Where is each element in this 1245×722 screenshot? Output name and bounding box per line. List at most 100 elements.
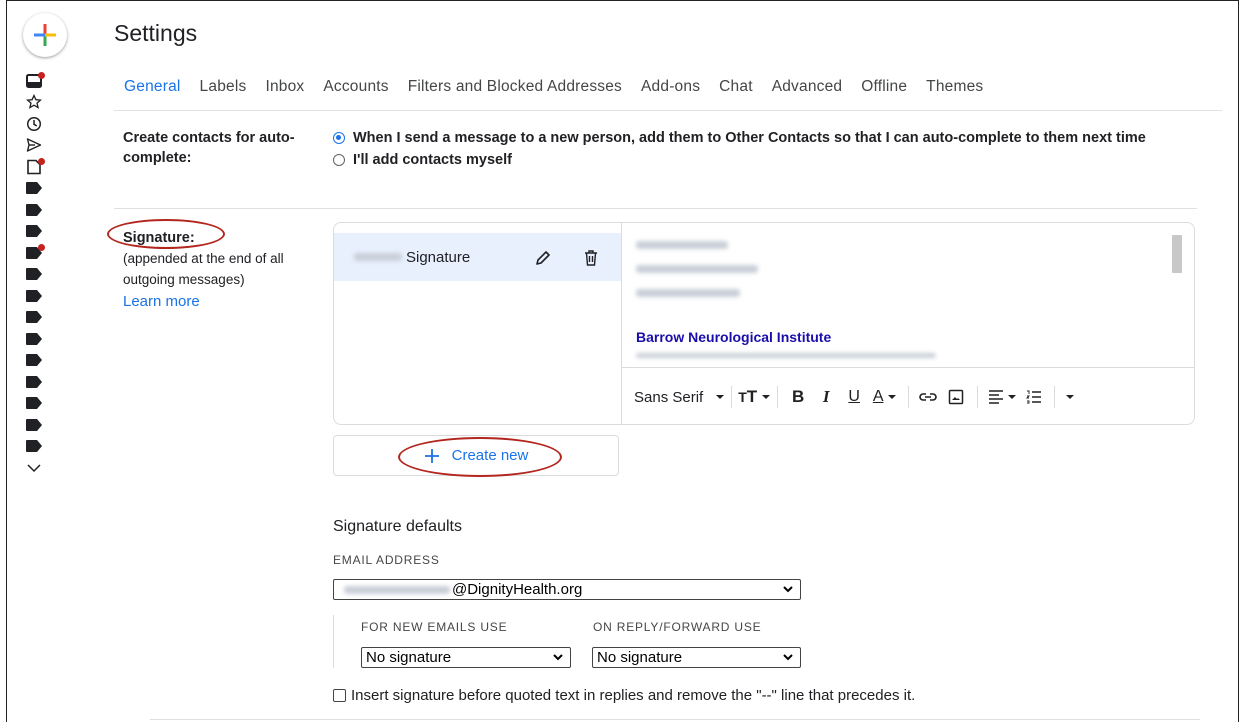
toolbar-separator — [977, 386, 979, 408]
autocomplete-label: Create contacts for auto-complete: — [123, 130, 295, 166]
tab-accounts[interactable]: Accounts — [323, 78, 388, 96]
redacted-email-user — [344, 585, 450, 594]
text-size-glyph: T — [738, 389, 747, 405]
label-icon[interactable] — [26, 350, 66, 372]
signature-list: Signature — [334, 223, 622, 424]
label-icon[interactable] — [26, 285, 66, 307]
redacted-line — [636, 265, 758, 273]
insert-signature-checkbox[interactable] — [333, 689, 346, 702]
draft-icon[interactable] — [26, 156, 66, 178]
annotation-oval-create-new — [398, 437, 562, 477]
radio-manual-add[interactable] — [333, 154, 345, 166]
redacted-line — [636, 353, 936, 358]
insert-signature-label[interactable]: Insert signature before quoted text in r… — [351, 687, 915, 704]
text-size-icon[interactable]: TT — [738, 382, 771, 412]
chevron-down-icon[interactable] — [26, 457, 66, 479]
redacted-line — [636, 241, 728, 249]
chevron-down-icon — [783, 586, 793, 593]
dropdown-arrow-icon — [762, 395, 771, 399]
tab-filters[interactable]: Filters and Blocked Addresses — [408, 78, 622, 96]
unread-dot — [38, 244, 45, 251]
label-icon[interactable] — [26, 307, 66, 329]
chevron-down-icon — [553, 654, 563, 661]
reply-forward-label: ON REPLY/FORWARD USE — [593, 620, 762, 634]
label-icon[interactable] — [26, 264, 66, 286]
align-icon[interactable] — [984, 382, 1020, 412]
radio-auto-add[interactable] — [333, 132, 345, 144]
numbered-list-icon[interactable] — [1020, 382, 1048, 412]
label-icon[interactable] — [26, 328, 66, 350]
email-domain-value: @DignityHealth.org — [452, 581, 583, 598]
tab-general[interactable]: General — [124, 78, 181, 96]
dropdown-arrow-icon — [716, 395, 725, 399]
dropdown-arrow-icon — [1007, 395, 1016, 399]
signature-editor[interactable]: Barrow Neurological Institute Sans Serif… — [622, 223, 1194, 424]
unread-dot — [38, 158, 45, 165]
underline-icon[interactable]: U — [840, 382, 868, 412]
divider — [114, 208, 1197, 209]
radio-manual-add-label[interactable]: I'll add contacts myself — [353, 150, 512, 170]
label-icon[interactable] — [26, 414, 66, 436]
toolbar-separator — [1054, 386, 1056, 408]
more-formatting-icon[interactable] — [1061, 382, 1079, 412]
text-size-glyph: T — [746, 387, 758, 406]
editor-scrollbar[interactable] — [1172, 235, 1182, 273]
autocomplete-options: When I send a message to a new person, a… — [333, 128, 1193, 170]
email-address-label: EMAIL ADDRESS — [333, 553, 440, 567]
tab-advanced[interactable]: Advanced — [772, 78, 843, 96]
tab-offline[interactable]: Offline — [861, 78, 907, 96]
clock-icon[interactable] — [26, 113, 66, 135]
reply-forward-select[interactable]: No signature — [592, 647, 801, 668]
label-icon[interactable] — [26, 178, 66, 200]
label-icon[interactable] — [26, 393, 66, 415]
signature-description: (appended at the end of all outgoing mes… — [123, 251, 284, 287]
inbox-icon[interactable] — [26, 70, 66, 92]
signature-panel: Signature Barrow Neurological Institute … — [333, 222, 1195, 425]
insert-signature-option[interactable]: Insert signature before quoted text in r… — [333, 687, 915, 704]
new-emails-value: No signature — [366, 649, 452, 666]
label-icon[interactable] — [26, 371, 66, 393]
tab-themes[interactable]: Themes — [926, 78, 983, 96]
learn-more-link[interactable]: Learn more — [123, 290, 323, 313]
send-icon[interactable] — [26, 135, 66, 157]
bold-icon[interactable]: B — [784, 382, 812, 412]
tab-inbox[interactable]: Inbox — [265, 78, 304, 96]
new-emails-select[interactable]: No signature — [361, 647, 571, 668]
defaults-indent-line — [333, 615, 334, 668]
star-icon[interactable] — [26, 92, 66, 114]
label-icon[interactable] — [26, 242, 66, 264]
tab-chat[interactable]: Chat — [719, 78, 753, 96]
tab-labels[interactable]: Labels — [200, 78, 247, 96]
format-toolbar: Sans Serif TT B I U A — [622, 367, 1194, 424]
delete-trash-icon[interactable] — [583, 249, 599, 272]
signature-defaults-heading: Signature defaults — [333, 518, 462, 535]
email-address-select[interactable]: @DignityHealth.org — [333, 579, 801, 600]
redacted-name — [354, 253, 402, 261]
label-icon[interactable] — [26, 221, 66, 243]
signature-org-text: Barrow Neurological Institute — [636, 329, 832, 345]
text-color-glyph: A — [872, 388, 884, 405]
font-name: Sans Serif — [634, 388, 704, 406]
divider — [114, 110, 1222, 111]
label-icon[interactable] — [26, 199, 66, 221]
edit-pencil-icon[interactable] — [534, 249, 552, 272]
radio-auto-add-label[interactable]: When I send a message to a new person, a… — [353, 128, 1146, 148]
toolbar-separator — [777, 386, 779, 408]
new-emails-label: FOR NEW EMAILS USE — [361, 620, 508, 634]
link-icon[interactable] — [915, 382, 941, 412]
annotation-oval-signature — [107, 219, 225, 249]
image-icon[interactable] — [941, 382, 971, 412]
text-color-icon[interactable]: A — [868, 382, 902, 412]
redacted-line — [636, 289, 740, 297]
tab-addons[interactable]: Add-ons — [641, 78, 700, 96]
toolbar-separator — [908, 386, 910, 408]
italic-icon[interactable]: I — [812, 382, 840, 412]
reply-forward-value: No signature — [597, 649, 683, 666]
compose-plus-icon — [34, 24, 56, 46]
settings-tabs: General Labels Inbox Accounts Filters an… — [124, 78, 1002, 96]
label-icon[interactable] — [26, 436, 66, 458]
chevron-down-icon — [783, 654, 793, 661]
font-select[interactable]: Sans Serif — [634, 382, 725, 412]
compose-button[interactable] — [23, 13, 67, 57]
signature-list-item[interactable]: Signature — [334, 233, 621, 281]
